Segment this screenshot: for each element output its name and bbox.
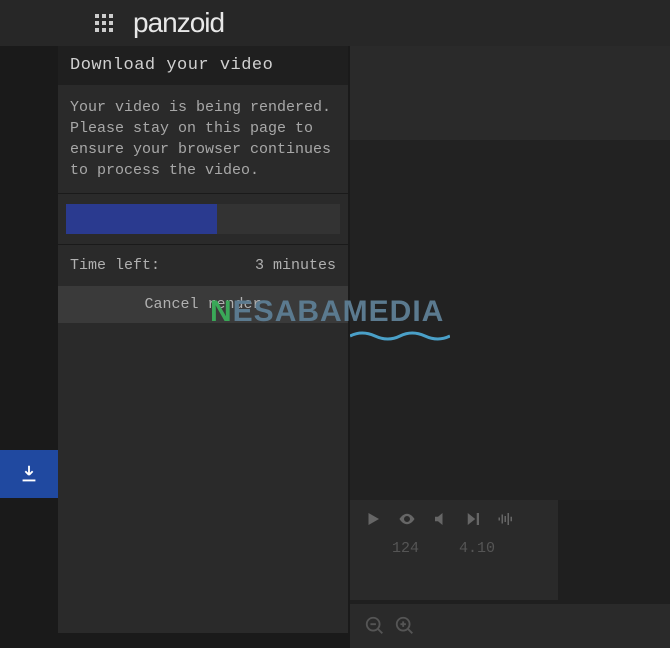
logo[interactable]: panzoid bbox=[133, 7, 224, 39]
download-panel: Download your video Your video is being … bbox=[58, 46, 348, 633]
time-left-value: 3 minutes bbox=[255, 257, 336, 274]
time-left-row: Time left: 3 minutes bbox=[58, 245, 348, 286]
preview-header bbox=[350, 46, 670, 140]
panel-title: Download your video bbox=[58, 46, 348, 85]
time-left-label: Time left: bbox=[70, 257, 160, 274]
apps-grid-icon[interactable] bbox=[95, 14, 113, 32]
left-rail bbox=[0, 46, 58, 648]
zoom-controls bbox=[350, 604, 670, 648]
progress-bar bbox=[66, 204, 340, 234]
step-forward-icon[interactable] bbox=[464, 510, 482, 528]
eye-icon[interactable] bbox=[396, 510, 418, 528]
top-bar: panzoid bbox=[0, 0, 670, 46]
download-tab[interactable] bbox=[0, 450, 58, 498]
cancel-render-button[interactable]: Cancel render bbox=[58, 286, 348, 323]
preview-viewport bbox=[350, 140, 670, 500]
waveform-icon[interactable] bbox=[496, 510, 516, 528]
playback-controls: 124 4.10 bbox=[350, 500, 558, 600]
time-counter: 4.10 bbox=[459, 540, 495, 557]
volume-icon[interactable] bbox=[432, 510, 450, 528]
progress-fill bbox=[66, 204, 217, 234]
zoom-in-icon[interactable] bbox=[394, 615, 416, 637]
progress-container bbox=[58, 194, 348, 244]
download-icon bbox=[18, 463, 40, 485]
play-icon[interactable] bbox=[364, 510, 382, 528]
frame-counter: 124 bbox=[392, 540, 419, 557]
render-message: Your video is being rendered. Please sta… bbox=[58, 85, 348, 193]
zoom-out-icon[interactable] bbox=[364, 615, 386, 637]
